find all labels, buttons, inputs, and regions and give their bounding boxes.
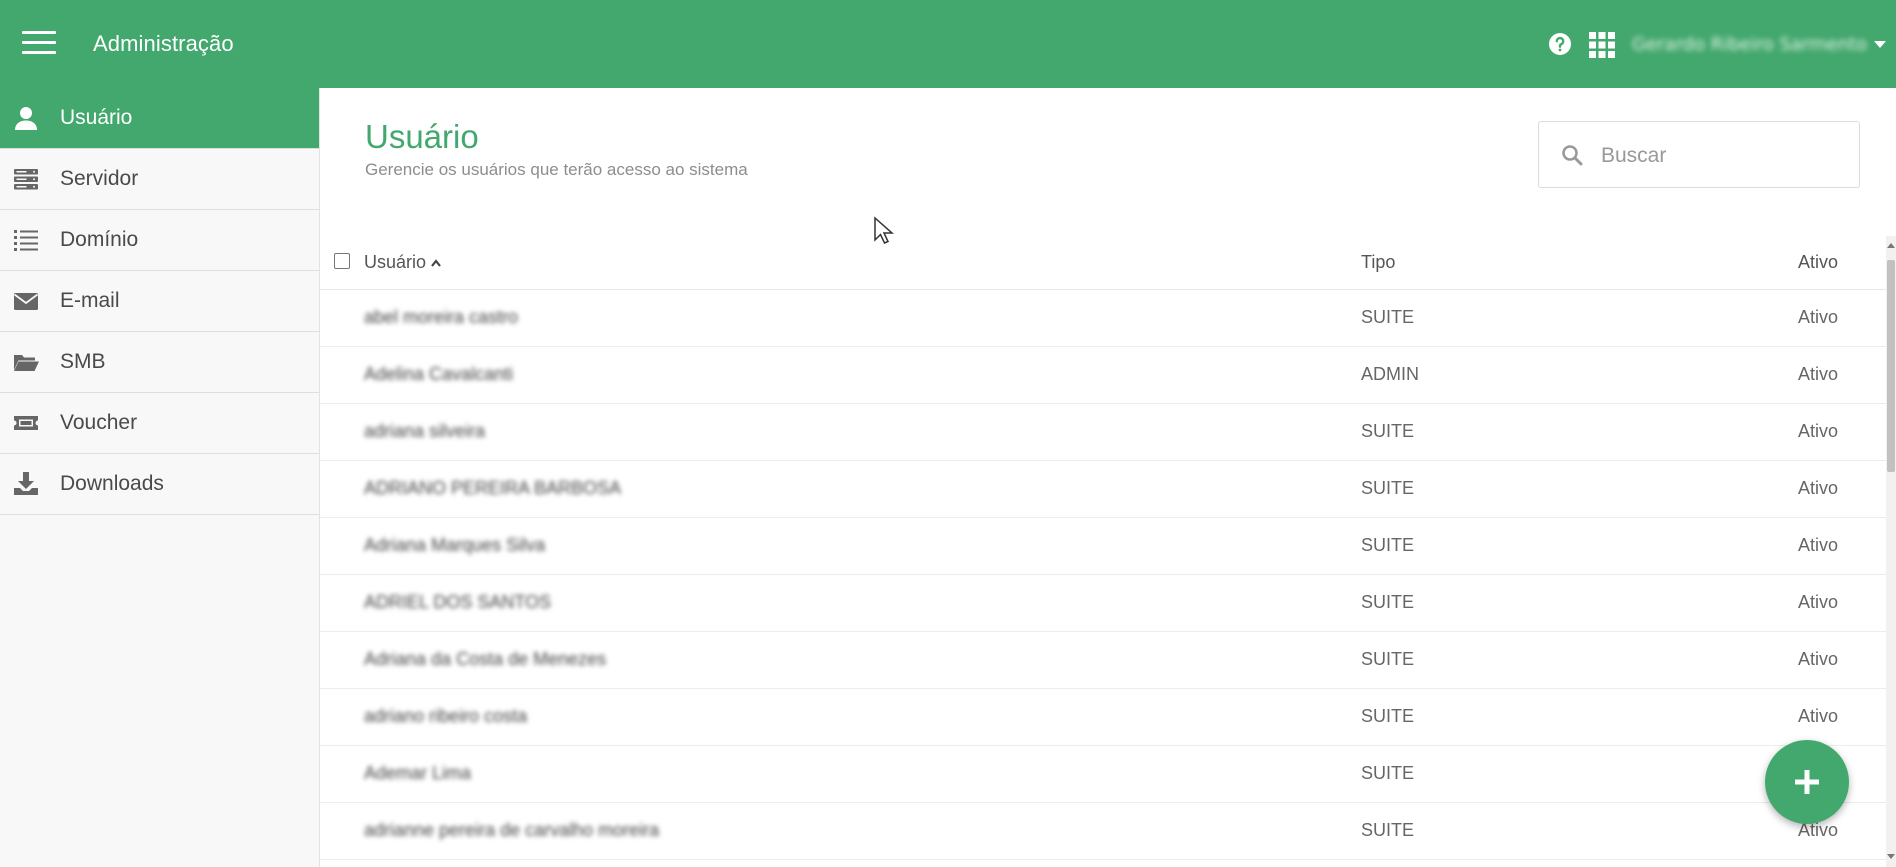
chevron-down-icon (1874, 40, 1886, 48)
row-user-status: Ativo (1798, 706, 1839, 726)
scrollbar-thumb[interactable] (1887, 260, 1895, 472)
folder-open-icon (14, 355, 39, 371)
row-user-status: Ativo (1798, 535, 1839, 555)
server-icon (14, 169, 38, 190)
download-icon (14, 472, 38, 495)
list-icon (14, 230, 38, 251)
table-row[interactable]: adrianne pereira de carvalho moreira SUIT… (320, 803, 1886, 860)
sidebar-item-downloads[interactable]: Downloads (0, 454, 319, 515)
row-user-name: ADRIEL DOS SANTOS (364, 592, 552, 612)
row-user-status: Ativo (1798, 478, 1839, 498)
sidebar-item-servidor[interactable]: Servidor (0, 149, 319, 210)
page-title: Usuário (365, 118, 479, 155)
add-user-button[interactable] (1765, 740, 1849, 824)
sidebar-item-label: Servidor (60, 167, 139, 190)
row-user-type: SUITE (1361, 535, 1415, 555)
row-user-status: Ativo (1798, 649, 1839, 669)
row-user-type: ADMIN (1361, 364, 1419, 384)
sidebar-item-label: E-mail (60, 289, 120, 312)
row-user-status: Ativo (1798, 364, 1839, 384)
page-subtitle: Gerencie os usuários que terão acesso ao… (365, 160, 748, 179)
column-header-usuario[interactable]: Usuário (364, 252, 442, 273)
row-user-status: Ativo (1798, 592, 1839, 612)
app-title: Administração (93, 31, 234, 56)
row-user-name: Adelina Cavalcanti (364, 364, 514, 384)
sidebar-item-label: Voucher (60, 411, 138, 434)
table-row[interactable]: Adriana Marques Silva SUITE Ativo (320, 518, 1886, 575)
sidebar-item-label: SMB (60, 350, 106, 373)
main-content: Usuário Gerencie os usuários que terão a… (320, 88, 1896, 867)
table-row[interactable]: abel moreira castro SUITE Ativo (320, 290, 1886, 347)
sidebar: Usuário Servidor Domínio E-mail SMB Vouc… (0, 88, 320, 867)
row-user-status: Ativo (1798, 307, 1839, 327)
row-user-type: SUITE (1361, 478, 1415, 498)
row-user-name: Adriana Marques Silva (364, 535, 546, 555)
row-user-name: ADRIANO PEREIRA BARBOSA (364, 478, 622, 498)
row-user-type: SUITE (1361, 706, 1415, 726)
row-user-type: SUITE (1361, 820, 1415, 840)
row-user-type: SUITE (1361, 763, 1415, 783)
row-user-name: Adriana da Costa de Menezes (364, 649, 607, 669)
search-box[interactable] (1538, 121, 1860, 188)
table-header: Usuário Tipo Ativo (320, 236, 1886, 290)
row-user-type: SUITE (1361, 592, 1415, 612)
ticket-icon (14, 416, 38, 430)
scroll-down-arrow-icon[interactable] (1887, 854, 1895, 859)
sidebar-item-dominio[interactable]: Domínio (0, 210, 319, 271)
select-all-checkbox[interactable] (334, 253, 350, 269)
table-row[interactable]: adriana silveira SUITE Ativo (320, 404, 1886, 461)
row-user-status: Ativo (1798, 421, 1839, 441)
row-user-name: adriana silveira (364, 421, 486, 441)
table-row[interactable]: adriano ribeiro costa SUITE Ativo (320, 689, 1886, 746)
user-icon (15, 107, 37, 130)
menu-icon[interactable] (22, 31, 56, 55)
scroll-up-arrow-icon[interactable] (1887, 243, 1895, 248)
column-header-ativo[interactable]: Ativo (1798, 252, 1838, 273)
users-table: Usuário Tipo Ativo abel moreira castro SU… (320, 236, 1886, 860)
help-icon[interactable] (1548, 32, 1572, 56)
sidebar-item-email[interactable]: E-mail (0, 271, 319, 332)
sidebar-item-label: Downloads (60, 472, 164, 495)
row-user-name: adriano ribeiro costa (364, 706, 528, 726)
search-input[interactable] (1599, 140, 1843, 172)
plus-icon (1795, 770, 1819, 794)
row-user-type: SUITE (1361, 307, 1415, 327)
apps-grid-icon[interactable] (1589, 32, 1615, 58)
sidebar-item-label: Usuário (60, 106, 133, 129)
row-user-name: abel moreira castro (364, 307, 519, 327)
user-name: Gerardo Ribeiro Sarmento (1632, 33, 1868, 55)
table-row[interactable]: Ademar LimaSUITEAtivo (320, 746, 1886, 803)
table-row[interactable]: ADRIANO PEREIRA BARBOSA SUITE Ativo (320, 461, 1886, 518)
envelope-icon (13, 293, 39, 310)
user-menu[interactable]: Gerardo Ribeiro Sarmento (1632, 32, 1890, 56)
row-user-type: SUITE (1361, 649, 1415, 669)
row-user-name: adrianne pereira de carvalho moreira (364, 820, 660, 840)
column-header-tipo[interactable]: Tipo (1361, 252, 1395, 273)
sidebar-item-voucher[interactable]: Voucher (0, 393, 319, 454)
table-row[interactable]: Adelina Cavalcanti ADMIN Ativo (320, 347, 1886, 404)
sidebar-item-label: Domínio (60, 228, 139, 251)
row-user-type: SUITE (1361, 421, 1415, 441)
row-user-name: Ademar Lima (364, 763, 472, 783)
search-icon (1562, 145, 1583, 166)
table-row[interactable]: ADRIEL DOS SANTOS SUITE Ativo (320, 575, 1886, 632)
sidebar-item-smb[interactable]: SMB (0, 332, 319, 393)
top-bar: Administração Gerardo Ribeiro Sarmento (0, 0, 1896, 88)
sidebar-item-usuario[interactable]: Usuário (0, 88, 319, 149)
table-row[interactable]: Adriana da Costa de Menezes SUITE Ativo (320, 632, 1886, 689)
sort-asc-icon (431, 259, 441, 267)
column-header-label: Usuário (364, 252, 427, 272)
